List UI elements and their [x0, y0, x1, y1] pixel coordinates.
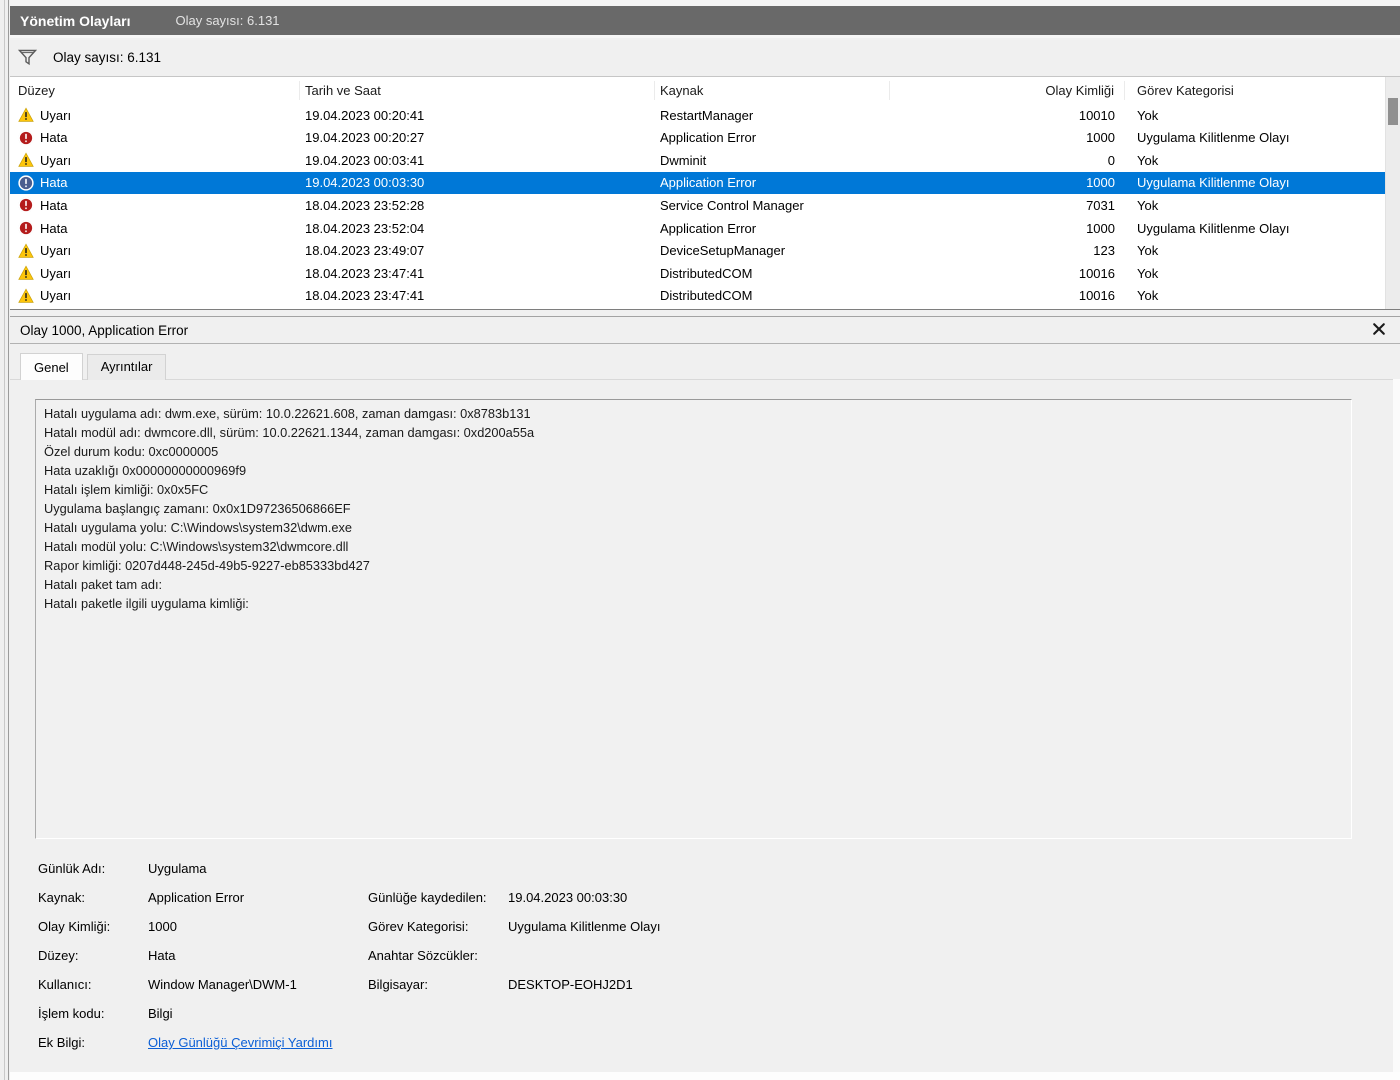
tab-genel[interactable]: Genel [20, 353, 83, 380]
detail-field-row: Olay Kimliği: 1000 Görev Kategorisi: Uyg… [10, 915, 1393, 944]
detail-content: Hatalı uygulama adı: dwm.exe, sürüm: 10.… [10, 379, 1393, 1072]
view-title: Yönetim Olayları [20, 12, 131, 29]
field-label: Anahtar Sözcükler: [368, 948, 478, 963]
table-row[interactable]: Uyarı 19.04.2023 00:20:41 RestartManager… [10, 104, 1385, 127]
detail-field-row: Ek Bilgi: Olay Günlüğü Çevrimiçi Yardımı [10, 1031, 1393, 1060]
field-label: Görev Kategorisi: [368, 919, 469, 934]
table-row[interactable]: Uyarı 18.04.2023 23:49:07 DeviceSetupMan… [10, 239, 1385, 262]
error-icon [18, 197, 34, 214]
field-value: DESKTOP-EOHJ2D1 [508, 977, 633, 992]
column-header-event-id[interactable]: Olay Kimliği [890, 81, 1125, 100]
table-scrollbar[interactable] [1385, 77, 1400, 309]
column-header-level[interactable]: Düzey [10, 81, 300, 100]
field-value: Bilgi [148, 1006, 173, 1021]
detail-field-row: Kaynak: Application Error Günlüğe kayded… [10, 886, 1393, 915]
description-line: Hata uzaklığı 0x00000000000969f9 [44, 463, 247, 478]
pane-splitter[interactable] [10, 309, 1400, 317]
event-description: Hatalı uygulama adı: dwm.exe, sürüm: 10.… [35, 399, 1352, 839]
filter-funnel-icon [18, 49, 37, 65]
tab-ayrıntılar[interactable]: Ayrıntılar [86, 354, 167, 380]
column-header-datetime[interactable]: Tarih ve Saat [300, 81, 655, 100]
field-label: Günlüğe kaydedilen: [368, 890, 487, 905]
column-header-category[interactable]: Görev Kategorisi [1125, 81, 1385, 100]
field-label: Kullanıcı: [38, 977, 92, 992]
field-label: Düzey: [38, 948, 79, 963]
detail-bottom-strip [10, 1072, 1400, 1080]
field-label: İşlem kodu: [38, 1006, 105, 1021]
console-pane-edge [0, 0, 9, 1080]
field-value: Application Error [148, 890, 245, 905]
warning-icon [18, 265, 34, 281]
event-table-rows: Uyarı 19.04.2023 00:20:41 RestartManager… [10, 104, 1385, 309]
table-row[interactable]: Uyarı 18.04.2023 23:47:41 DistributedCOM… [10, 261, 1385, 285]
field-value: 1000 [148, 919, 177, 934]
event-log-online-help-link[interactable]: Olay Günlüğü Çevrimiçi Yardımı [148, 1035, 332, 1050]
warning-icon [18, 152, 34, 168]
table-scrollbar-thumb[interactable] [1388, 98, 1398, 125]
detail-field-row: Günlük Adı: Uygulama [10, 857, 1393, 886]
filter-bar: Olay sayısı: 6.131 [10, 38, 1400, 77]
detail-field-row: Düzey: Hata Anahtar Sözcükler: [10, 944, 1393, 973]
event-table: Düzey Tarih ve Saat Kaynak Olay Kimliği … [10, 77, 1400, 309]
description-line: Hatalı modül yolu: C:\Windows\system32\d… [44, 539, 349, 554]
table-row[interactable]: Hata 19.04.2023 00:20:27 Application Err… [10, 126, 1385, 150]
field-label: Günlük Adı: [38, 861, 106, 876]
description-line: Hatalı paket tam adı: [44, 577, 163, 592]
column-header-source[interactable]: Kaynak [655, 81, 890, 100]
detail-title: Olay 1000, Application Error [20, 322, 189, 338]
table-row[interactable]: Hata 19.04.2023 00:03:30 Application Err… [10, 171, 1385, 195]
error-icon [18, 130, 34, 146]
warning-icon [18, 288, 34, 304]
field-label: Ek Bilgi: [38, 1035, 85, 1050]
description-line: Hatalı paketle ilgili uygulama kimliği: [44, 596, 249, 611]
description-line: Hatalı uygulama yolu: C:\Windows\system3… [44, 520, 352, 535]
event-table-header: Düzey Tarih ve Saat Kaynak Olay Kimliği … [10, 77, 1385, 104]
description-line: Özel durum kodu: 0xc0000005 [44, 444, 219, 459]
field-label: Bilgisayar: [368, 977, 428, 992]
description-line: Uygulama başlangıç zamanı: 0x0x1D9723650… [44, 501, 351, 516]
table-row[interactable]: Uyarı 19.04.2023 00:03:41 Dwminit 0 Yok [10, 149, 1385, 172]
field-value: 19.04.2023 00:03:30 [508, 890, 628, 905]
table-row[interactable]: Uyarı 18.04.2023 23:47:41 DistributedCOM… [10, 284, 1385, 307]
warning-icon [18, 107, 34, 123]
event-detail-panel: Olay 1000, Application Error Genel Ayrın… [10, 317, 1400, 1080]
warning-icon [18, 243, 34, 259]
field-label: Olay Kimliği: [38, 919, 111, 934]
table-row[interactable]: Hata 18.04.2023 23:52:04 Application Err… [10, 216, 1385, 240]
detail-tabs: Genel Ayrıntılar [20, 353, 170, 380]
close-icon[interactable] [1372, 322, 1388, 338]
detail-field-row: İşlem kodu: Bilgi [10, 1002, 1393, 1031]
field-value: Uygulama Kilitlenme Olayı [508, 919, 661, 934]
view-title-bar: Yönetim Olayları Olay sayısı: 6.131 [10, 6, 1400, 35]
table-row[interactable]: Hata 18.04.2023 23:52:28 Service Control… [10, 194, 1385, 217]
error-icon [18, 175, 34, 191]
description-line: Hatalı uygulama adı: dwm.exe, sürüm: 10.… [44, 406, 531, 421]
detail-right-strip [1393, 379, 1400, 1080]
field-label: Kaynak: [38, 890, 85, 905]
filter-count-label: Olay sayısı: 6.131 [53, 49, 162, 65]
event-fields: Günlük Adı: Uygulama Kaynak: Application… [10, 857, 1393, 1060]
field-value: Uygulama [148, 861, 207, 876]
field-value: Hata [148, 948, 176, 963]
field-value: Window Manager\DWM-1 [148, 977, 297, 992]
view-event-count: Olay sayısı: 6.131 [175, 13, 280, 28]
description-line: Hatalı işlem kimliği: 0x0x5FC [44, 482, 209, 497]
description-line: Rapor kimliği: 0207d448-245d-49b5-9227-e… [44, 558, 370, 573]
detail-field-row: Kullanıcı: Window Manager\DWM-1 Bilgisay… [10, 973, 1393, 1002]
detail-title-bar: Olay 1000, Application Error [10, 317, 1400, 344]
description-line: Hatalı modül adı: dwmcore.dll, sürüm: 10… [44, 425, 535, 440]
error-icon [18, 220, 34, 236]
